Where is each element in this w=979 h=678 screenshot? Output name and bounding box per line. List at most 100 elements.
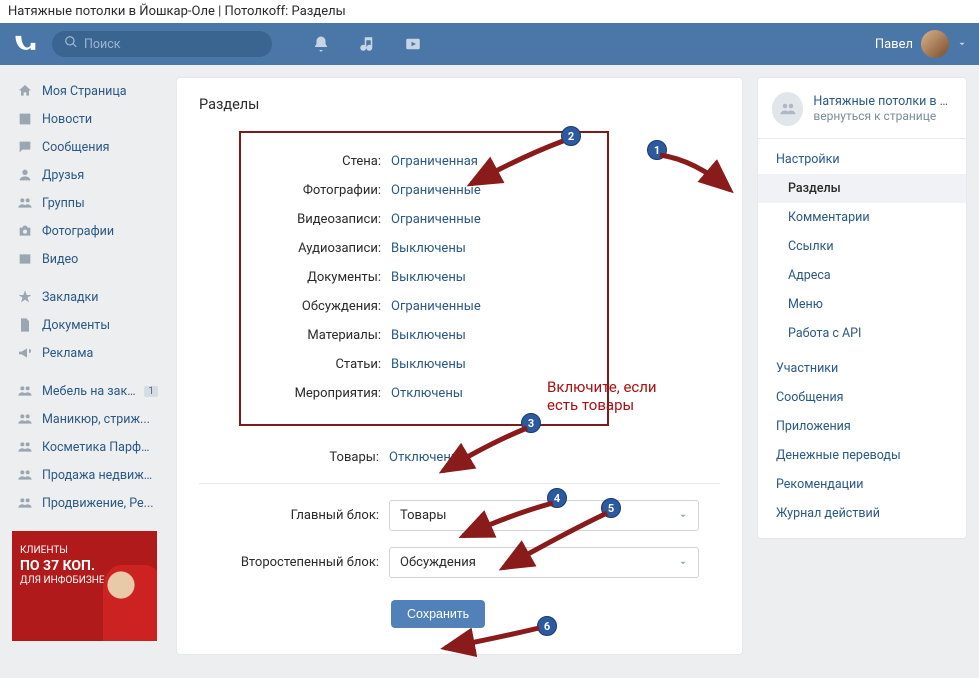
- label-secondary-block: Второстепенный блок:: [239, 555, 379, 570]
- value-materials[interactable]: Выключены: [391, 328, 466, 343]
- news-icon: [16, 110, 34, 128]
- page-title: Разделы: [199, 96, 720, 113]
- value-goods[interactable]: Отключены: [389, 450, 461, 465]
- music-icon[interactable]: [358, 35, 376, 53]
- nav-messages[interactable]: Сообщения: [12, 133, 162, 161]
- nav-videos[interactable]: Видео: [12, 245, 162, 273]
- label-events: Мероприятия:: [263, 386, 381, 401]
- rnav-links[interactable]: Ссылки: [758, 232, 966, 261]
- groups-icon: [16, 382, 34, 400]
- label-wall: Стена:: [263, 154, 381, 169]
- groups-icon: [16, 466, 34, 484]
- left-nav: Моя Страница Новости Сообщения Друзья Гр…: [12, 77, 162, 641]
- rnav-apps[interactable]: Приложения: [758, 412, 966, 441]
- nav-news[interactable]: Новости: [12, 105, 162, 133]
- badge: 1: [144, 386, 158, 397]
- value-audio[interactable]: Выключены: [391, 241, 466, 256]
- annotation-badge-2: 2: [561, 126, 581, 146]
- annotation-badge-6: 6: [537, 616, 557, 636]
- chevron-down-icon: [678, 511, 688, 521]
- annotation-badge-1: 1: [647, 140, 667, 160]
- user-name: Павел: [875, 37, 913, 52]
- back-to-page-link[interactable]: вернуться к странице: [813, 109, 952, 124]
- camera-icon: [16, 222, 34, 240]
- top-bar: Поиск Павел: [0, 23, 979, 65]
- search-input[interactable]: Поиск: [52, 31, 272, 57]
- value-wall[interactable]: Ограниченная: [391, 154, 478, 169]
- nav-ext-3[interactable]: Косметика Парфю...: [12, 433, 162, 461]
- group-avatar: [772, 92, 803, 126]
- label-audio: Аудиозаписи:: [263, 241, 381, 256]
- settings-sections-panel: Разделы Стена: Ограниченная Фотографии: Ог…: [176, 77, 743, 655]
- rnav-menu[interactable]: Меню: [758, 290, 966, 319]
- groups-icon: [16, 410, 34, 428]
- vk-logo[interactable]: [12, 30, 40, 58]
- user-menu[interactable]: Павел: [875, 30, 967, 58]
- value-videos[interactable]: Ограниченные: [391, 212, 481, 227]
- select-main-block[interactable]: Товары: [389, 500, 699, 531]
- groups-icon: [16, 494, 34, 512]
- messages-icon: [16, 138, 34, 156]
- nav-friends[interactable]: Друзья: [12, 161, 162, 189]
- film-icon: [16, 250, 34, 268]
- nav-groups[interactable]: Группы: [12, 189, 162, 217]
- select-secondary-block[interactable]: Обсуждения: [389, 547, 699, 578]
- annotation-badge-5: 5: [601, 498, 621, 518]
- doc-icon: [16, 316, 34, 334]
- browser-tab-title: Натяжные потолки в Йошкар-Оле | Потолкоf…: [0, 0, 979, 23]
- rnav-comments[interactable]: Комментарии: [758, 203, 966, 232]
- value-events[interactable]: Отключены: [391, 386, 463, 401]
- annotation-arrow-1: [655, 150, 735, 200]
- label-main-block: Главный блок:: [239, 508, 379, 523]
- rnav-reco[interactable]: Рекомендации: [758, 470, 966, 499]
- video-play-icon[interactable]: [404, 35, 422, 53]
- search-placeholder: Поиск: [84, 37, 121, 52]
- star-icon: [16, 288, 34, 306]
- chevron-down-icon: [678, 558, 688, 568]
- rnav-sections[interactable]: Разделы: [758, 174, 966, 203]
- label-photos: Фотографии:: [263, 183, 381, 198]
- value-discussions[interactable]: Ограниченные: [391, 299, 481, 314]
- nav-ads[interactable]: Реклама: [12, 339, 162, 367]
- label-goods: Товары:: [239, 450, 379, 465]
- annotation-arrow-6: [437, 623, 547, 658]
- value-docs[interactable]: Выключены: [391, 270, 466, 285]
- rnav-settings[interactable]: Настройки: [758, 145, 966, 174]
- search-icon: [64, 35, 84, 53]
- save-button[interactable]: Сохранить: [391, 600, 485, 628]
- value-photos[interactable]: Ограниченные: [391, 183, 481, 198]
- nav-bookmarks[interactable]: Закладки: [12, 283, 162, 311]
- rnav-money[interactable]: Денежные переводы: [758, 441, 966, 470]
- label-videos: Видеозаписи:: [263, 212, 381, 227]
- groups-icon: [16, 438, 34, 456]
- label-materials: Материалы:: [263, 328, 381, 343]
- group-name[interactable]: Натяжные потолки в Йо...: [813, 94, 952, 110]
- label-articles: Статьи:: [263, 357, 381, 372]
- rnav-log[interactable]: Журнал действий: [758, 499, 966, 528]
- friends-icon: [16, 166, 34, 184]
- chevron-down-icon: [957, 39, 967, 49]
- nav-ext-1[interactable]: Мебель на зака...1: [12, 377, 162, 405]
- right-sidebar: Натяжные потолки в Йо... вернуться к стр…: [757, 77, 967, 539]
- avatar: [921, 30, 949, 58]
- nav-ext-4[interactable]: Продажа недвижи...: [12, 461, 162, 489]
- value-articles[interactable]: Выключены: [391, 357, 466, 372]
- rnav-messages[interactable]: Сообщения: [758, 383, 966, 412]
- label-docs: Документы:: [263, 270, 381, 285]
- label-discussions: Обсуждения:: [263, 299, 381, 314]
- ad-banner[interactable]: КЛИЕНТЫ ПО 37 КОП. ДЛЯ ИНФОБИЗНЕСА: [12, 531, 157, 641]
- home-icon: [16, 82, 34, 100]
- annotation-badge-3: 3: [521, 413, 541, 433]
- bell-icon[interactable]: [312, 35, 330, 53]
- rnav-api[interactable]: Работа с API: [758, 319, 966, 348]
- rnav-addresses[interactable]: Адреса: [758, 261, 966, 290]
- nav-ext-5[interactable]: Продвижение, Ре...: [12, 489, 162, 517]
- annotation-hint-text: Включите, если есть товары: [547, 378, 687, 414]
- nav-documents[interactable]: Документы: [12, 311, 162, 339]
- nav-photos[interactable]: Фотографии: [12, 217, 162, 245]
- annotation-badge-4: 4: [547, 488, 567, 508]
- nav-ext-2[interactable]: Маникюр, стриж...: [12, 405, 162, 433]
- groups-icon: [16, 194, 34, 212]
- rnav-members[interactable]: Участники: [758, 354, 966, 383]
- nav-my-page[interactable]: Моя Страница: [12, 77, 162, 105]
